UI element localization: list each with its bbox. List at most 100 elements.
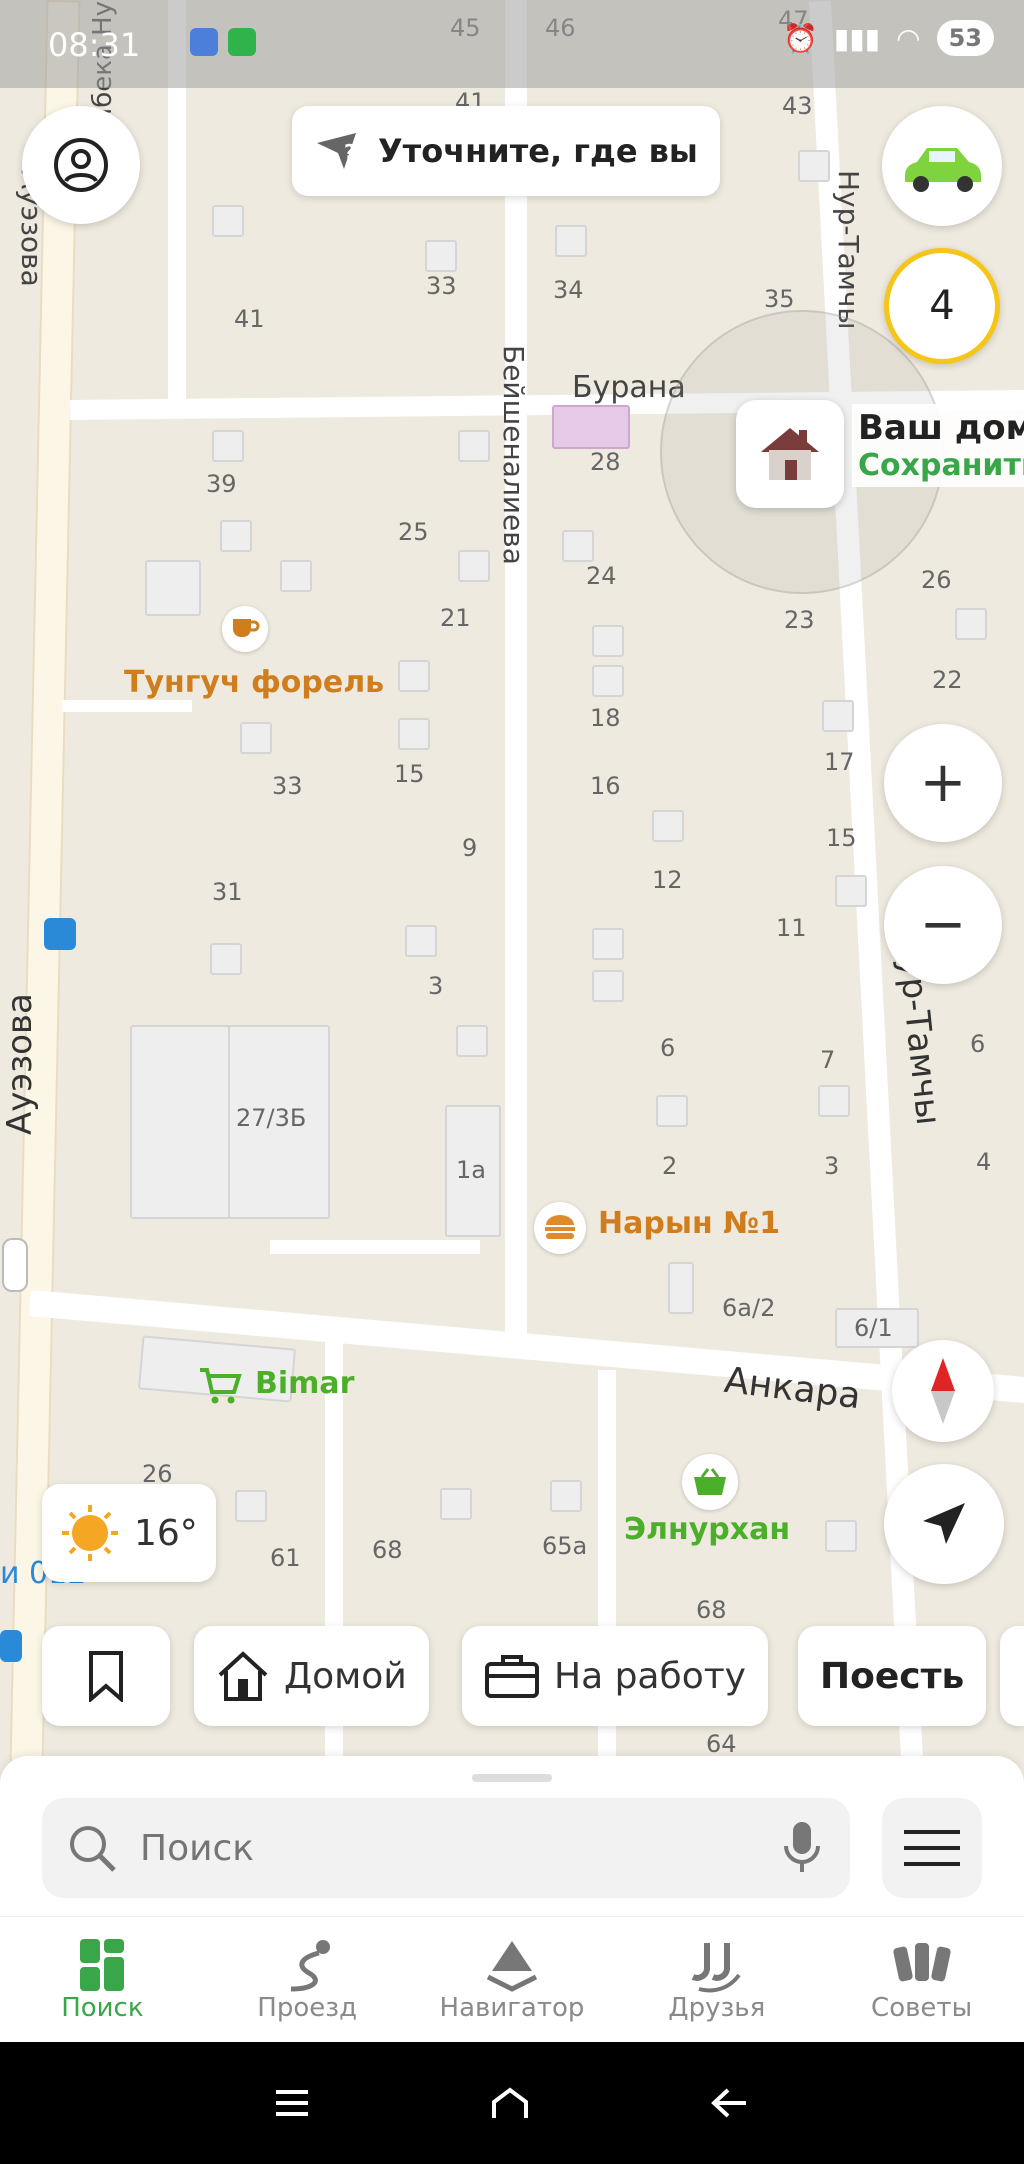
bus-stop-icon[interactable] (44, 918, 76, 950)
recent-apps-icon[interactable] (274, 2088, 310, 2118)
building (212, 205, 244, 237)
locate-prompt-button[interactable]: ? Уточните, где вы (292, 106, 720, 196)
house-number: 24 (586, 562, 617, 590)
cafe-marker[interactable] (222, 606, 268, 652)
house-number: 64 (706, 1730, 737, 1758)
cafe-label[interactable]: Тунгуч форель (124, 665, 384, 700)
home-icon (218, 1651, 268, 1701)
menu-button[interactable] (882, 1798, 982, 1898)
weather-widget[interactable]: 16° (42, 1484, 216, 1582)
house-number: 6/1 (854, 1314, 893, 1342)
house-number: 4 (976, 1148, 992, 1176)
shopping-cart-icon (200, 1368, 242, 1404)
tab-navigator-label: Навигатор (439, 1993, 585, 2023)
building (220, 520, 252, 552)
building (210, 943, 242, 975)
home-pin[interactable] (736, 400, 844, 508)
building (835, 875, 867, 907)
street-label-auezova: Ауэзова (0, 993, 40, 1135)
house-number: 34 (553, 276, 584, 304)
house-number: 39 (206, 470, 237, 498)
tab-navigator[interactable]: Навигатор (422, 1917, 602, 2043)
tab-tips[interactable]: Советы (832, 1917, 1012, 2043)
system-navigation-bar (0, 2042, 1024, 2164)
building (592, 928, 624, 960)
search-bar[interactable] (42, 1798, 850, 1898)
friends-icon (691, 1943, 741, 1993)
bookmarks-chip[interactable] (42, 1626, 170, 1726)
search-input[interactable] (138, 1826, 742, 1870)
bus-stop-icon[interactable] (0, 1630, 22, 1662)
tab-friends-label: Друзья (668, 1993, 766, 2023)
svg-text:?: ? (344, 140, 356, 164)
compass-button[interactable] (892, 1340, 994, 1442)
shop2-marker[interactable] (682, 1454, 738, 1510)
home-pin-save-link[interactable]: Сохранить (858, 448, 1024, 483)
bookmark-icon (89, 1651, 123, 1702)
profile-button[interactable] (22, 106, 140, 224)
user-icon (54, 138, 108, 192)
hamburger-icon (904, 1830, 960, 1866)
grid-icon (80, 1939, 125, 1991)
shop2-label[interactable]: Элнурхан (624, 1512, 790, 1547)
house-number: 3 (824, 1152, 840, 1180)
building (555, 225, 587, 257)
tab-search-label: Поиск (61, 1993, 144, 2023)
building (440, 1488, 472, 1520)
tab-search[interactable]: Поиск (12, 1917, 192, 2043)
locate-prompt-label: Уточните, где вы (378, 132, 698, 170)
house-number: 15 (826, 824, 857, 852)
tab-route-label: Проезд (257, 1993, 358, 2023)
zoom-in-button[interactable]: + (884, 724, 1002, 842)
house-number: 15 (394, 760, 425, 788)
eat-chip[interactable]: Поесть (798, 1626, 987, 1726)
my-location-button[interactable] (884, 1464, 1004, 1584)
house-number: 25 (398, 518, 429, 546)
building (458, 550, 490, 582)
microphone-icon[interactable] (782, 1820, 822, 1876)
building (798, 150, 830, 182)
signal-icon: ▮▮▮ (833, 21, 881, 55)
battery-indicator: 53 (936, 20, 994, 56)
home-pin-card[interactable]: Ваш дом Сохранить (852, 404, 1024, 487)
location-question-icon: ? (317, 133, 356, 169)
building (130, 1025, 234, 1219)
house-number: 41 (234, 305, 265, 333)
house-number: 28 (590, 448, 621, 476)
road-small-3 (270, 1240, 480, 1254)
street-label-beishenalieva: Бейшеналиева (497, 345, 530, 565)
building (592, 665, 624, 697)
house-number: 68 (696, 1596, 727, 1624)
bottom-sheet[interactable]: Поиск Проезд Навигатор Друзья Советы (0, 1756, 1024, 2042)
back-icon[interactable] (710, 2086, 750, 2120)
shop1-marker[interactable] (196, 1362, 244, 1410)
work-chip[interactable]: На работу (462, 1626, 768, 1726)
sheet-drag-handle[interactable] (472, 1774, 552, 1782)
navigator-icon (486, 1941, 538, 1992)
building (212, 430, 244, 462)
car-icon (905, 148, 981, 192)
home-chip[interactable]: Домой (194, 1626, 429, 1726)
building (235, 1490, 267, 1522)
tab-friends[interactable]: Друзья (627, 1917, 807, 2043)
house-number: 23 (784, 606, 815, 634)
home-nav-icon[interactable] (490, 2086, 530, 2120)
building (405, 925, 437, 957)
burger-label[interactable]: Нарын №1 (598, 1206, 780, 1241)
work-chip-label: На работу (554, 1655, 746, 1697)
house-number: 3 (428, 972, 444, 1000)
house-number: 26 (921, 566, 952, 594)
more-chip[interactable] (1000, 1626, 1024, 1726)
building (240, 722, 272, 754)
traffic-light-icon (2, 1238, 28, 1292)
compass-icon (931, 1358, 955, 1424)
burger-marker[interactable] (534, 1202, 586, 1254)
zoom-out-button[interactable]: − (884, 866, 1002, 984)
building (668, 1262, 694, 1314)
tab-route[interactable]: Проезд (217, 1917, 397, 2043)
house-number: 68 (372, 1536, 403, 1564)
car-mode-button[interactable] (882, 106, 1002, 226)
shop1-label[interactable]: Bimar (255, 1366, 354, 1401)
notifications-badge-button[interactable]: 4 (884, 248, 1000, 364)
phone-icon (228, 28, 256, 56)
